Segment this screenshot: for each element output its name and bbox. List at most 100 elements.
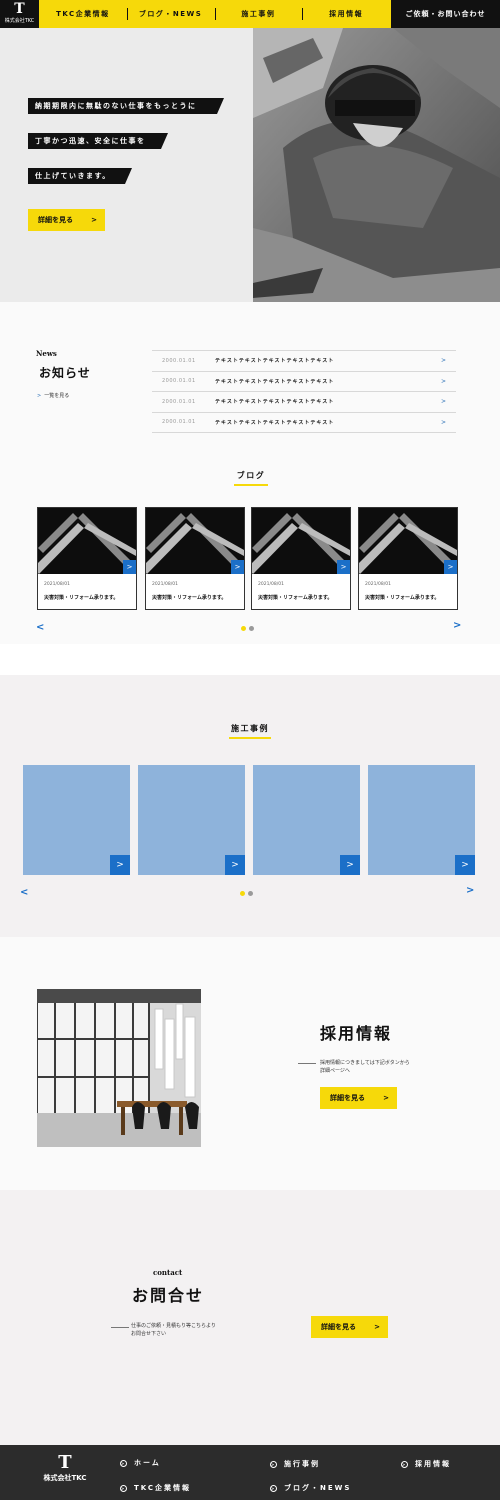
contact-nav-button[interactable]: ご依頼・お問い合わせ (391, 0, 500, 28)
hero-detail-button-label: 詳細を見る (38, 216, 73, 224)
news-item[interactable]: 2000.01.01 テキストテキストテキストテキストテキスト > (152, 392, 456, 413)
hero-section: 納期期限内に無駄のない仕事をもっとうに 丁寧かつ迅速、安全に仕事を 仕上げていき… (0, 28, 500, 302)
circle-arrow-icon: > (120, 1484, 127, 1492)
news-item[interactable]: 2000.01.01 テキストテキストテキストテキストテキスト > (152, 351, 456, 372)
news-item[interactable]: 2000.01.01 テキストテキストテキストテキストテキスト > (152, 372, 456, 392)
nav-item-recruit[interactable]: 採用情報 (302, 0, 390, 28)
recruit-section: 採用情報 採用情報につきましては下記ボタンから 詳細ページへ 詳細を見る > (0, 937, 500, 1190)
chevron-right-icon: > (225, 855, 245, 875)
chevron-right-icon: > (440, 418, 446, 426)
news-item[interactable]: 2000.01.01 テキストテキストテキストテキストテキスト > (152, 413, 456, 433)
blog-prev-arrow[interactable]: < (36, 622, 44, 633)
blog-heading: ブログ (234, 470, 268, 486)
chevron-right-icon: > (440, 398, 446, 406)
chevron-right-icon: > (110, 855, 130, 875)
recruit-desc-line2: 詳細ページへ (320, 1068, 350, 1074)
chevron-right-icon: > (440, 357, 446, 365)
footer-logo-name: 株式会社TKC (43, 1474, 87, 1482)
works-pager-dot[interactable] (248, 891, 253, 896)
hero-worker-photo (253, 28, 500, 302)
logo[interactable]: T 株式会社TKC (0, 0, 39, 28)
footer-link-home[interactable]: > ホーム (120, 1458, 161, 1468)
blog-card[interactable]: > 2021/08/01 災害対策・リフォーム承ります。 (358, 507, 458, 610)
nav-item-company[interactable]: TKC企業情報 (39, 0, 127, 28)
nav-item-works[interactable]: 施工事例 (214, 0, 303, 28)
site-footer: T 株式会社TKC > ホーム > 施行事例 > 採用情報 > TKC企業情報 > ブログ… (0, 1445, 500, 1500)
chevron-right-icon: > (440, 377, 446, 385)
blog-pager-dot[interactable] (249, 626, 254, 631)
blog-card[interactable]: > 2021/08/01 災害対策・リフォーム承ります。 (145, 507, 245, 610)
contact-desc-divider (111, 1327, 129, 1328)
news-more-link[interactable]: > 一覧を見る (37, 392, 69, 399)
hero-line-1: 納期期限内に無駄のない仕事をもっとうに (28, 98, 224, 114)
news-more-label: 一覧を見る (44, 393, 70, 399)
contact-desc-line2: お問合せ下さい (131, 1331, 167, 1337)
blog-card-date: 2021/08/01 (152, 582, 178, 587)
recruit-detail-button[interactable]: 詳細を見る > (320, 1087, 397, 1109)
contact-detail-button[interactable]: 詳細を見る > (311, 1316, 388, 1338)
hero-detail-button[interactable]: 詳細を見る > (28, 209, 105, 231)
footer-logo[interactable]: T 株式会社TKC (40, 1453, 90, 1483)
blog-card-date: 2021/08/01 (258, 582, 284, 587)
work-card[interactable]: > (253, 765, 360, 875)
logo-name: 株式会社TKC (4, 18, 35, 24)
works-next-arrow[interactable]: > (466, 885, 474, 896)
footer-link-recruit[interactable]: > 採用情報 (401, 1459, 451, 1469)
contact-section: contact お問合せ 仕事のご依頼・見積もり等こちらより お問合せ下さい 詳… (0, 1190, 500, 1445)
blog-pager-dot-active[interactable] (241, 626, 246, 631)
blog-card[interactable]: > 2021/08/01 災害対策・リフォーム承ります。 (37, 507, 137, 610)
circle-arrow-icon: > (270, 1460, 277, 1468)
nav-item-blog-news[interactable]: ブログ・NEWS (126, 0, 215, 28)
blog-card[interactable]: > 2021/08/01 災害対策・リフォーム承ります。 (251, 507, 351, 610)
footer-link-label: 施行事例 (284, 1460, 320, 1468)
news-label: News (36, 349, 57, 358)
blog-card-image (38, 508, 136, 574)
works-heading: 施工事例 (229, 723, 271, 739)
recruit-detail-button-label: 詳細を見る (330, 1094, 365, 1102)
chevron-right-icon: > (231, 560, 244, 574)
blog-card-date: 2021/08/01 (365, 582, 391, 587)
hero-line-2: 丁寧かつ迅速、安全に仕事を (28, 133, 168, 149)
footer-link-label: ホーム (134, 1459, 161, 1467)
news-date: 2000.01.01 (162, 398, 196, 405)
news-text: テキストテキストテキストテキストテキスト (215, 419, 335, 426)
news-text: テキストテキストテキストテキストテキスト (215, 399, 335, 406)
chevron-right-icon: > (374, 1323, 380, 1331)
work-card[interactable]: > (23, 765, 130, 875)
circle-arrow-icon: > (401, 1460, 408, 1468)
works-prev-arrow[interactable]: < (20, 887, 28, 898)
blog-next-arrow[interactable]: > (453, 620, 461, 631)
blog-card-title: 災害対策・リフォーム承ります。 (152, 595, 227, 601)
contact-label: contact (153, 1268, 183, 1277)
blog-card-title: 災害対策・リフォーム承ります。 (44, 595, 119, 601)
footer-link-label: ブログ・NEWS (284, 1484, 352, 1492)
footer-link-label: TKC企業情報 (134, 1484, 192, 1492)
footer-link-label: 採用情報 (415, 1460, 451, 1468)
main-nav: TKC企業情報 ブログ・NEWS 施工事例 採用情報 (39, 0, 390, 28)
blog-card-title: 災害対策・リフォーム承ります。 (365, 595, 440, 601)
work-card[interactable]: > (138, 765, 245, 875)
chevron-right-icon: > (444, 560, 457, 574)
chevron-right-icon: > (91, 216, 97, 224)
news-date: 2000.01.01 (162, 378, 196, 385)
chevron-right-icon: > (383, 1094, 389, 1102)
recruit-desc-line1: 採用情報につきましては下記ボタンから (320, 1060, 410, 1066)
footer-link-blog-news[interactable]: > ブログ・NEWS (270, 1483, 351, 1493)
footer-link-company[interactable]: > TKC企業情報 (120, 1483, 191, 1493)
circle-arrow-icon: > (120, 1459, 127, 1467)
blog-card-image (146, 508, 244, 574)
news-date: 2000.01.01 (162, 419, 196, 426)
blog-card-image (252, 508, 350, 574)
logo-mark: T (14, 1, 25, 17)
footer-link-works[interactable]: > 施行事例 (270, 1459, 320, 1469)
chevron-right-icon: > (337, 560, 350, 574)
news-list: 2000.01.01 テキストテキストテキストテキストテキスト > 2000.01.… (152, 350, 456, 433)
circle-arrow-icon: > (270, 1484, 277, 1492)
recruit-office-photo (37, 989, 201, 1147)
site-header: T 株式会社TKC TKC企業情報 ブログ・NEWS 施工事例 採用情報 ご依頼… (0, 0, 500, 28)
work-card[interactable]: > (368, 765, 475, 875)
works-pager-dot-active[interactable] (240, 891, 245, 896)
news-text: テキストテキストテキストテキストテキスト (215, 358, 335, 365)
hero-line-3: 仕上げていきます。 (28, 168, 132, 184)
footer-logo-mark: T (58, 1452, 72, 1473)
